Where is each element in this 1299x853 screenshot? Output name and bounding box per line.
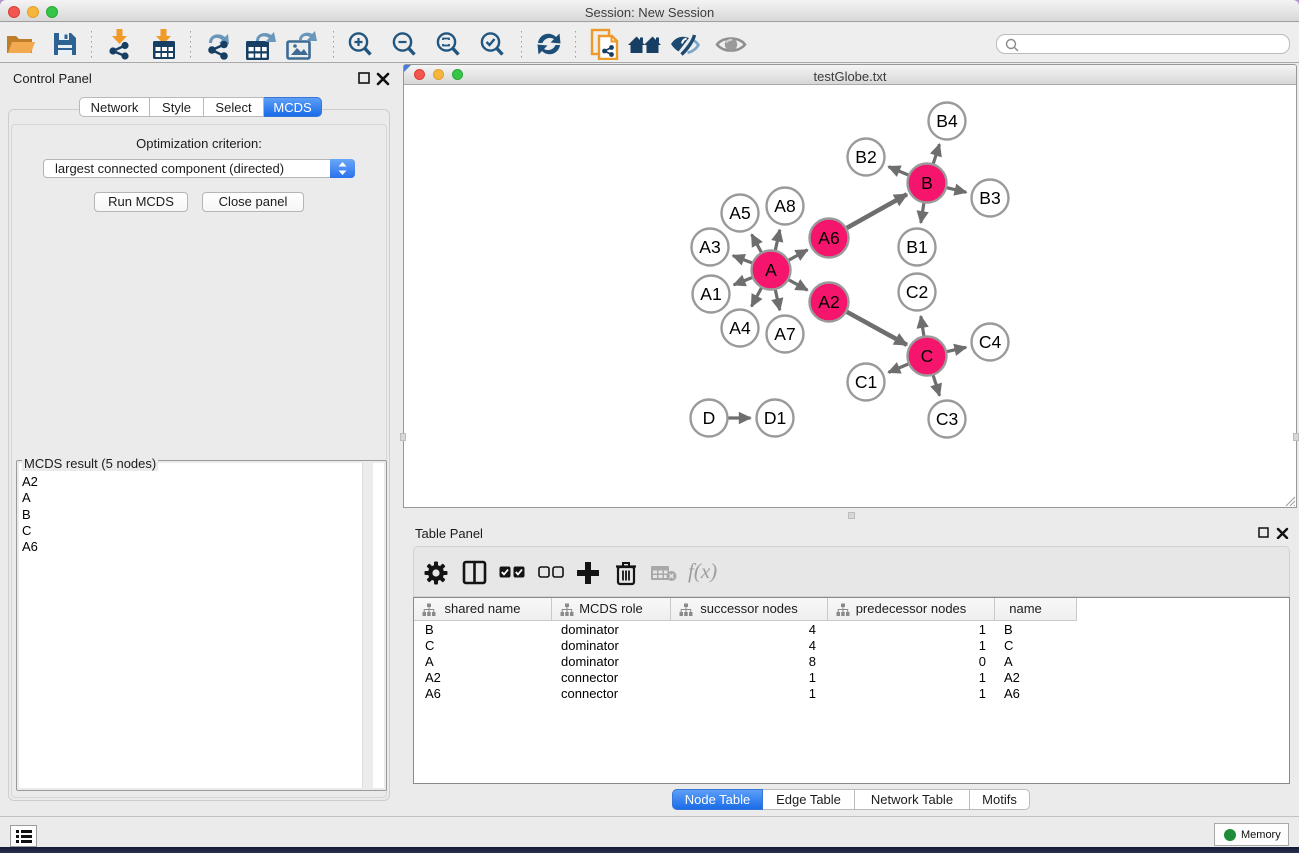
svg-text:D1: D1: [764, 408, 786, 428]
svg-text:B4: B4: [936, 111, 958, 131]
svg-text:D: D: [703, 408, 716, 428]
svg-text:A1: A1: [700, 284, 721, 304]
svg-text:A7: A7: [774, 324, 795, 344]
svg-text:B1: B1: [906, 237, 927, 257]
svg-text:C1: C1: [855, 372, 877, 392]
svg-text:C2: C2: [906, 282, 928, 302]
svg-text:A5: A5: [729, 203, 750, 223]
svg-text:C3: C3: [936, 409, 958, 429]
svg-text:A2: A2: [818, 292, 839, 312]
svg-text:A8: A8: [774, 196, 795, 216]
svg-text:B: B: [921, 173, 933, 193]
svg-text:A: A: [765, 260, 777, 280]
svg-text:C: C: [921, 346, 934, 366]
svg-text:A4: A4: [729, 318, 751, 338]
svg-text:A3: A3: [699, 237, 720, 257]
svg-text:B3: B3: [979, 188, 1000, 208]
svg-text:B2: B2: [855, 147, 876, 167]
svg-text:A6: A6: [818, 228, 839, 248]
svg-text:C4: C4: [979, 332, 1002, 352]
